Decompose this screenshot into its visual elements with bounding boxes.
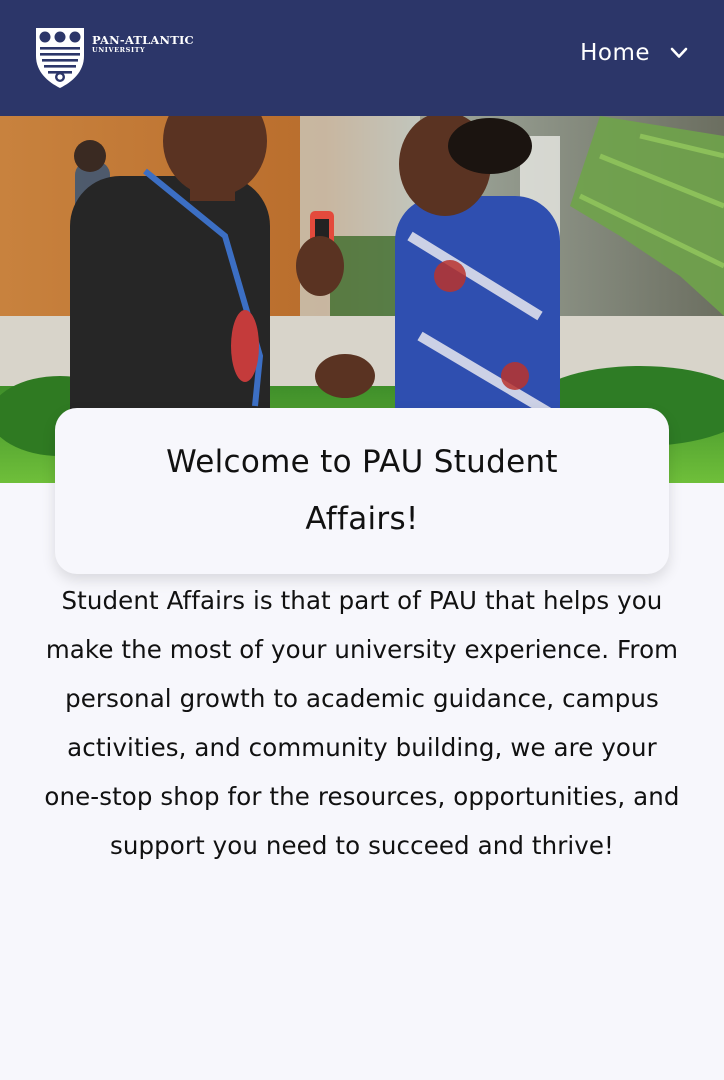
logo-subtitle: UNIVERSITY [92,46,146,54]
university-logo[interactable]: PAN-ATLANTIC UNIVERSITY [32,26,194,90]
logo-text: PAN-ATLANTIC UNIVERSITY [92,34,194,55]
shield-logo-icon [36,28,84,88]
logo-name: PAN-ATLANTIC [92,33,194,47]
welcome-title: Welcome to PAU Student Affairs! [166,444,558,537]
site-header: PAN-ATLANTIC UNIVERSITY Home [0,0,724,116]
home-nav-label[interactable]: Home [580,40,650,66]
welcome-card: Welcome to PAU Student Affairs! [55,408,669,574]
intro-paragraph: Student Affairs is that part of PAU that… [44,586,680,860]
chevron-down-icon[interactable] [670,47,688,59]
home-nav-dropdown[interactable]: Home [580,40,688,66]
